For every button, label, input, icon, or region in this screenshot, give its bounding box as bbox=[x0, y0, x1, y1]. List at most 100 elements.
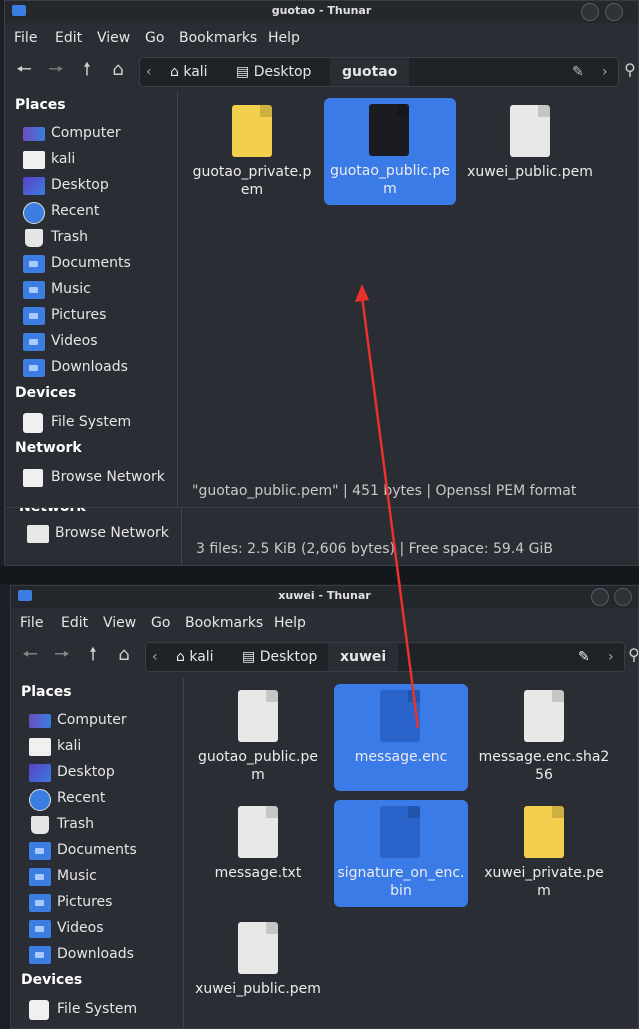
breadcrumb-desktop[interactable]: ▤ Desktop bbox=[236, 58, 311, 86]
forward-button[interactable]: 🠖 bbox=[51, 644, 73, 666]
trash-icon bbox=[25, 229, 43, 247]
menu-bookmarks[interactable]: Bookmarks bbox=[179, 30, 257, 46]
binary-icon bbox=[380, 806, 420, 858]
back-button[interactable]: 🠔 bbox=[19, 644, 41, 666]
path-scroll-right-button[interactable]: › bbox=[602, 58, 608, 86]
breadcrumb-kali[interactable]: ⌂ kali bbox=[176, 643, 214, 671]
menu-help[interactable]: Help bbox=[274, 615, 306, 631]
menu-go[interactable]: Go bbox=[151, 615, 170, 631]
menu-help[interactable]: Help bbox=[268, 30, 300, 46]
up-button[interactable]: 🠕 bbox=[82, 644, 104, 666]
title-bar[interactable]: xuwei - Thunar bbox=[11, 586, 638, 608]
videos-folder-icon bbox=[23, 333, 45, 351]
sidebar: Places Computer kali Desktop Recent Tras… bbox=[11, 678, 187, 1028]
file-view: guotao_private.pem guotao_public.pem xuw… bbox=[178, 91, 638, 471]
places-section-label: Places bbox=[15, 97, 66, 113]
path-scroll-left-button[interactable]: ‹ bbox=[146, 58, 152, 86]
breadcrumb-kali[interactable]: ⌂ kali bbox=[170, 58, 208, 86]
file-item[interactable]: message.enc.sha256 bbox=[478, 684, 610, 788]
music-folder-icon bbox=[29, 868, 51, 886]
minimize-button[interactable] bbox=[581, 3, 599, 21]
key-icon bbox=[369, 104, 409, 156]
window-title: xuwei - Thunar bbox=[278, 589, 371, 602]
home-icon: ⌂ bbox=[170, 64, 179, 80]
places-section-label: Places bbox=[21, 684, 72, 700]
home-button[interactable]: ⌂ bbox=[107, 59, 129, 81]
toolbar: 🠔 🠖 🠕 ⌂ ‹ ⌂ kali ▤ Desktop guotao ✎ › ⚲ bbox=[5, 53, 638, 87]
maximize-button[interactable] bbox=[614, 588, 632, 606]
drive-icon bbox=[23, 413, 43, 433]
devices-section-label: Devices bbox=[15, 385, 77, 401]
text-icon bbox=[238, 806, 278, 858]
network-icon bbox=[27, 525, 49, 543]
forward-button[interactable]: 🠖 bbox=[45, 59, 67, 81]
network-section-label: Network bbox=[15, 440, 82, 456]
title-bar[interactable]: guotao - Thunar bbox=[5, 1, 638, 23]
path-bar: ‹ ⌂ kali ▤ Desktop xuwei ✎ › bbox=[145, 642, 625, 672]
pictures-folder-icon bbox=[29, 894, 51, 912]
thunar-window-guotao: guotao - Thunar File Edit View Go Bookma… bbox=[4, 0, 639, 508]
binary-icon bbox=[380, 690, 420, 742]
downloads-folder-icon bbox=[23, 359, 45, 377]
recent-icon bbox=[29, 789, 51, 811]
home-folder-icon bbox=[29, 738, 51, 756]
menu-bar: File Edit View Go Bookmarks Help bbox=[11, 610, 638, 636]
certificate-icon bbox=[232, 105, 272, 157]
pictures-folder-icon bbox=[23, 307, 45, 325]
home-icon: ⌂ bbox=[176, 649, 185, 665]
status-bar: 3 files: 2.5 KiB (2,606 bytes) | Free sp… bbox=[196, 541, 553, 557]
key-icon bbox=[238, 922, 278, 974]
menu-edit[interactable]: Edit bbox=[61, 615, 88, 631]
file-item[interactable]: xuwei_private.pem bbox=[478, 800, 610, 904]
status-bar: "guotao_public.pem" | 451 bytes | Openss… bbox=[192, 483, 577, 499]
minimize-button[interactable] bbox=[591, 588, 609, 606]
home-button[interactable]: ⌂ bbox=[113, 644, 135, 666]
file-item[interactable]: guotao_private.pem bbox=[189, 99, 315, 203]
desktop-folder-icon bbox=[23, 177, 45, 195]
file-item[interactable]: guotao_public.pem bbox=[195, 684, 321, 788]
search-icon[interactable]: ⚲ bbox=[619, 59, 638, 81]
file-item[interactable]: xuwei_public.pem bbox=[467, 99, 593, 203]
file-item-selected[interactable]: guotao_public.pem bbox=[324, 98, 456, 205]
menu-view[interactable]: View bbox=[97, 30, 130, 46]
certificate-icon bbox=[524, 806, 564, 858]
file-item[interactable]: message.txt bbox=[195, 800, 321, 904]
toolbar: 🠔 🠖 🠕 ⌂ ‹ ⌂ kali ▤ Desktop xuwei ✎ › ⚲ bbox=[11, 638, 638, 672]
maximize-button[interactable] bbox=[605, 3, 623, 21]
menu-view[interactable]: View bbox=[103, 615, 136, 631]
desktop-icon: ▤ bbox=[242, 649, 256, 665]
key-icon bbox=[510, 105, 550, 157]
menu-file[interactable]: File bbox=[14, 30, 37, 46]
thunar-window-xuwei: xuwei - Thunar File Edit View Go Bookmar… bbox=[10, 585, 639, 1029]
breadcrumb-desktop[interactable]: ▤ Desktop bbox=[242, 643, 317, 671]
back-button[interactable]: 🠔 bbox=[13, 59, 35, 81]
file-item-selected[interactable]: signature_on_enc.bin bbox=[334, 800, 468, 907]
background-thunar-window: Network Browse Network 3 files: 2.5 KiB … bbox=[4, 500, 639, 566]
menu-file[interactable]: File bbox=[20, 615, 43, 631]
search-icon[interactable]: ⚲ bbox=[623, 644, 638, 666]
menu-go[interactable]: Go bbox=[145, 30, 164, 46]
menu-edit[interactable]: Edit bbox=[55, 30, 82, 46]
downloads-folder-icon bbox=[29, 946, 51, 964]
devices-section-label: Devices bbox=[21, 972, 83, 988]
drive-icon bbox=[29, 1000, 49, 1020]
breadcrumb-xuwei[interactable]: xuwei bbox=[328, 643, 399, 671]
documents-folder-icon bbox=[23, 255, 45, 273]
music-folder-icon bbox=[23, 281, 45, 299]
text-icon bbox=[524, 690, 564, 742]
menu-bar: File Edit View Go Bookmarks Help bbox=[5, 25, 638, 51]
breadcrumb-guotao[interactable]: guotao bbox=[330, 58, 410, 86]
edit-path-icon[interactable]: ✎ bbox=[578, 643, 590, 671]
file-item-selected[interactable]: message.enc bbox=[334, 684, 468, 791]
computer-icon bbox=[29, 714, 51, 728]
path-scroll-left-button[interactable]: ‹ bbox=[152, 643, 158, 671]
file-item[interactable]: xuwei_public.pem bbox=[195, 916, 321, 1020]
desktop-background bbox=[0, 566, 639, 584]
path-scroll-right-button[interactable]: › bbox=[608, 643, 614, 671]
menu-bookmarks[interactable]: Bookmarks bbox=[185, 615, 263, 631]
edit-path-icon[interactable]: ✎ bbox=[572, 58, 584, 86]
up-button[interactable]: 🠕 bbox=[76, 59, 98, 81]
videos-folder-icon bbox=[29, 920, 51, 938]
window-title: guotao - Thunar bbox=[271, 4, 372, 17]
desktop-icon: ▤ bbox=[236, 64, 250, 80]
